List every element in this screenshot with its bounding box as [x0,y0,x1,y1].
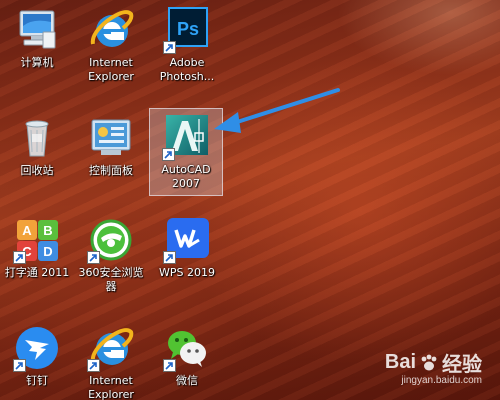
desktop-icon-typing-tutor[interactable]: A B C D 打字通 2011 [0,212,74,298]
svg-text:B: B [43,223,52,238]
desktop-icon-internet-explorer-2[interactable]: Internet Explorer [74,320,148,400]
watermark-brand-text-2: 经验 [442,354,482,376]
icon-label: 打字通 2011 [4,266,70,279]
shortcut-arrow-icon [87,251,100,264]
icon-label: WPS 2019 [159,266,215,279]
svg-text:D: D [43,244,52,259]
internet-explorer-icon [87,324,135,372]
internet-explorer-icon [87,6,135,54]
dingtalk-icon [13,324,61,372]
icon-label: 钉钉 [26,374,48,387]
icon-label: Internet Explorer [88,374,134,400]
icon-label: Internet Explorer [88,56,134,83]
desktop-icon-dingtalk[interactable]: 钉钉 [0,320,74,400]
watermark-brand: Bai 经验 [385,348,482,377]
desktop[interactable]: 计算机 回收站 A B C D 打字通 2011 钉钉 Internet Exp… [0,0,500,400]
desktop-icon-wps[interactable]: WPS 2019 [150,212,224,298]
wechat-icon [163,324,211,372]
photoshop-icon: Ps [163,6,211,54]
svg-text:Ps: Ps [177,19,199,39]
desktop-icon-360-browser[interactable]: 360安全浏览器 [74,212,148,298]
autocad-icon [162,113,210,161]
360-browser-icon [87,216,135,264]
recycle-bin-icon [13,114,61,162]
svg-text:A: A [22,223,32,238]
shortcut-arrow-icon [13,359,26,372]
shortcut-arrow-icon [162,148,175,161]
baidu-jingyan-watermark: Bai 经验 jingyan.baidu.com [362,348,482,392]
watermark-brand-text: Bai [384,351,416,373]
icon-label: Adobe Photosh... [159,56,215,83]
computer-icon [13,6,61,54]
paw-icon [421,354,437,370]
icon-label: 360安全浏览器 [78,266,144,293]
desktop-icon-control-panel[interactable]: 控制面板 [74,110,148,196]
shortcut-arrow-icon [163,359,176,372]
shortcut-arrow-icon [87,359,100,372]
wps-icon [163,216,211,264]
desktop-icon-photoshop[interactable]: Ps Adobe Photosh... [150,2,224,88]
icon-label: 计算机 [20,56,54,69]
icon-label: 微信 [176,374,198,387]
desktop-icon-wechat[interactable]: 微信 [150,320,224,400]
desktop-icon-internet-explorer[interactable]: Internet Explorer [74,2,148,88]
typing-tutor-icon: A B C D [13,216,61,264]
control-panel-icon [87,114,135,162]
desktop-icon-autocad[interactable]: AutoCAD 2007 [149,108,223,196]
shortcut-arrow-icon [163,41,176,54]
watermark-url: jingyan.baidu.com [401,375,482,386]
icon-label: 回收站 [20,164,54,177]
shortcut-arrow-icon [163,251,176,264]
desktop-icon-computer[interactable]: 计算机 [0,2,74,88]
shortcut-arrow-icon [13,251,26,264]
icon-label: 控制面板 [89,164,133,177]
desktop-icon-recycle-bin[interactable]: 回收站 [0,110,74,196]
icon-label: AutoCAD 2007 [161,163,211,190]
